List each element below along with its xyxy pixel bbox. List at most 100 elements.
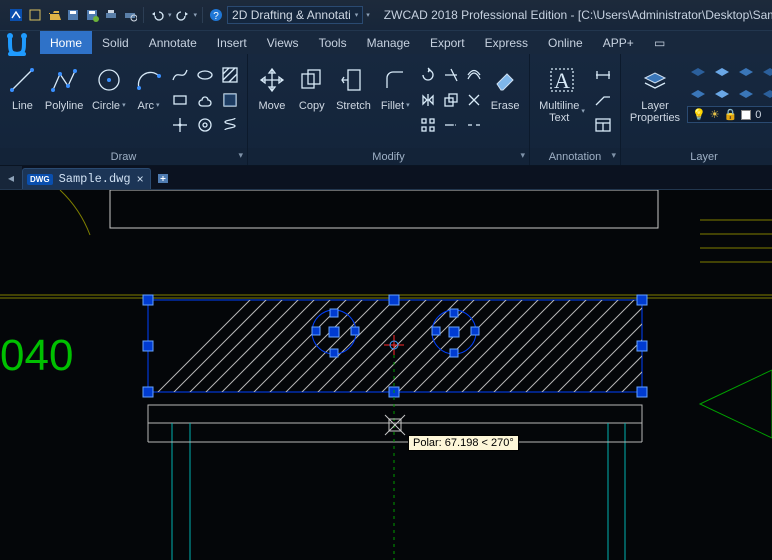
document-tabs: ◂ DWG Sample.dwg × bbox=[0, 166, 772, 190]
saveas-icon[interactable] bbox=[84, 7, 100, 23]
leader-icon[interactable] bbox=[592, 89, 614, 111]
layer-properties-button[interactable]: Layer Properties bbox=[627, 60, 683, 148]
layer-unisolate-icon[interactable] bbox=[759, 84, 772, 104]
ribbon: Line Polyline Circle▾ Arc▾ bbox=[0, 54, 772, 166]
line-button[interactable]: Line bbox=[6, 60, 39, 148]
qat-customize-dropdown[interactable]: ▾ bbox=[366, 11, 370, 19]
tab-home[interactable]: Home bbox=[40, 31, 92, 54]
workspace-dropdown[interactable]: 2D Drafting & Annotati ▾ bbox=[227, 6, 363, 24]
close-tab-icon[interactable]: × bbox=[137, 172, 144, 186]
current-layer-name: 0 bbox=[755, 109, 761, 121]
hatch-icon[interactable] bbox=[219, 64, 241, 86]
tab-insert[interactable]: Insert bbox=[207, 31, 257, 54]
layer-lock-icon[interactable] bbox=[735, 62, 757, 82]
move-button[interactable]: Move bbox=[254, 60, 290, 148]
svg-text:040: 040 bbox=[0, 331, 73, 380]
circle-button[interactable]: Circle▾ bbox=[89, 60, 128, 148]
copy-button[interactable]: Copy bbox=[294, 60, 330, 148]
mirror-icon[interactable] bbox=[417, 89, 439, 111]
arc-button[interactable]: Arc▾ bbox=[132, 60, 165, 148]
tab-express[interactable]: Express bbox=[475, 31, 538, 54]
new-icon[interactable] bbox=[27, 7, 43, 23]
drawing-canvas[interactable]: 040 bbox=[0, 190, 772, 560]
layer-unlock-icon[interactable] bbox=[735, 84, 757, 104]
polyline-icon bbox=[50, 66, 78, 94]
redo-dropdown[interactable]: ▾ bbox=[194, 11, 198, 19]
linear-dim-icon[interactable] bbox=[592, 64, 614, 86]
draw-small-tools bbox=[169, 60, 241, 136]
layer-isolate-icon[interactable] bbox=[759, 62, 772, 82]
stretch-button[interactable]: Stretch bbox=[334, 60, 374, 148]
polyline-button[interactable]: Polyline bbox=[43, 60, 86, 148]
tab-tools[interactable]: Tools bbox=[309, 31, 357, 54]
revcloud-icon[interactable] bbox=[194, 89, 216, 111]
donut-icon[interactable] bbox=[194, 114, 216, 136]
dwg-badge: DWG bbox=[27, 174, 53, 185]
tab-annotate[interactable]: Annotate bbox=[139, 31, 207, 54]
panel-modify: Move Copy Stretch Fillet▾ bbox=[248, 54, 530, 165]
rectangle-icon[interactable] bbox=[169, 89, 191, 111]
helix-icon[interactable] bbox=[219, 114, 241, 136]
fillet-button[interactable]: Fillet▾ bbox=[377, 60, 413, 148]
move-icon bbox=[258, 66, 286, 94]
lightbulb-icon: 💡 bbox=[692, 108, 706, 121]
stretch-icon bbox=[340, 66, 368, 94]
print-preview-icon[interactable] bbox=[122, 7, 138, 23]
app-menu-button[interactable] bbox=[8, 7, 24, 23]
region-icon[interactable] bbox=[219, 89, 241, 111]
layer-on-icon[interactable] bbox=[687, 84, 709, 104]
arc-icon bbox=[135, 66, 163, 94]
multiline-text-button[interactable]: A Multiline Text▾ bbox=[536, 60, 588, 148]
polar-tooltip: Polar: 67.198 < 270° bbox=[408, 435, 519, 451]
fillet-icon bbox=[381, 66, 409, 94]
undo-icon[interactable] bbox=[149, 7, 165, 23]
trim-icon[interactable] bbox=[440, 64, 462, 86]
layer-tools bbox=[687, 60, 772, 104]
panel-title-draw: Draw▾ bbox=[0, 148, 247, 165]
document-tab[interactable]: DWG Sample.dwg × bbox=[22, 168, 151, 189]
help-icon[interactable]: ? bbox=[208, 7, 224, 23]
app-logo[interactable] bbox=[0, 28, 36, 64]
window-title: ZWCAD 2018 Professional Edition - [C:\Us… bbox=[384, 8, 772, 22]
current-layer-dropdown[interactable]: 💡 ☀ 🔒 0 bbox=[687, 106, 772, 123]
tab-scroll-left[interactable]: ◂ bbox=[0, 166, 22, 189]
layer-off-icon[interactable] bbox=[687, 62, 709, 82]
tab-export[interactable]: Export bbox=[420, 31, 475, 54]
text-icon: A bbox=[548, 66, 576, 94]
ellipse-icon[interactable] bbox=[194, 64, 216, 86]
point-icon[interactable] bbox=[169, 114, 191, 136]
tab-manage[interactable]: Manage bbox=[357, 31, 420, 54]
array-icon[interactable] bbox=[417, 114, 439, 136]
panel-layer: Layer Properties 💡 ☀ 🔒 bbox=[621, 54, 772, 165]
tab-online[interactable]: Online bbox=[538, 31, 593, 54]
ribbon-collapse-button[interactable]: ▭ bbox=[650, 31, 670, 54]
save-icon[interactable] bbox=[65, 7, 81, 23]
erase-button[interactable]: Erase bbox=[487, 60, 523, 148]
scale-icon[interactable] bbox=[440, 89, 462, 111]
offset-icon[interactable] bbox=[463, 64, 485, 86]
tab-views[interactable]: Views bbox=[257, 31, 309, 54]
new-tab-button[interactable] bbox=[151, 166, 175, 189]
table-icon[interactable] bbox=[592, 114, 614, 136]
break-icon[interactable] bbox=[463, 114, 485, 136]
svg-text:A: A bbox=[554, 68, 570, 93]
ribbon-tabs: Home Solid Annotate Insert Views Tools M… bbox=[0, 30, 772, 54]
layer-freeze-icon[interactable] bbox=[711, 62, 733, 82]
modify-small-tools bbox=[417, 60, 483, 136]
title-bar: ▾ ▾ ? 2D Drafting & Annotati ▾ ▾ ZWCAD 2… bbox=[0, 0, 772, 30]
spline-icon[interactable] bbox=[169, 64, 191, 86]
tab-solid[interactable]: Solid bbox=[92, 31, 139, 54]
line-icon bbox=[8, 66, 36, 94]
extend-icon[interactable] bbox=[440, 114, 462, 136]
undo-dropdown[interactable]: ▾ bbox=[168, 11, 172, 19]
workspace-label: 2D Drafting & Annotati bbox=[232, 8, 351, 22]
redo-icon[interactable] bbox=[175, 7, 191, 23]
layer-properties-icon bbox=[641, 66, 669, 94]
panel-draw: Line Polyline Circle▾ Arc▾ bbox=[0, 54, 248, 165]
rotate-icon[interactable] bbox=[417, 64, 439, 86]
tab-app[interactable]: APP+ bbox=[593, 31, 644, 54]
open-icon[interactable] bbox=[46, 7, 62, 23]
explode-icon[interactable] bbox=[463, 89, 485, 111]
layer-thaw-icon[interactable] bbox=[711, 84, 733, 104]
plot-icon[interactable] bbox=[103, 7, 119, 23]
